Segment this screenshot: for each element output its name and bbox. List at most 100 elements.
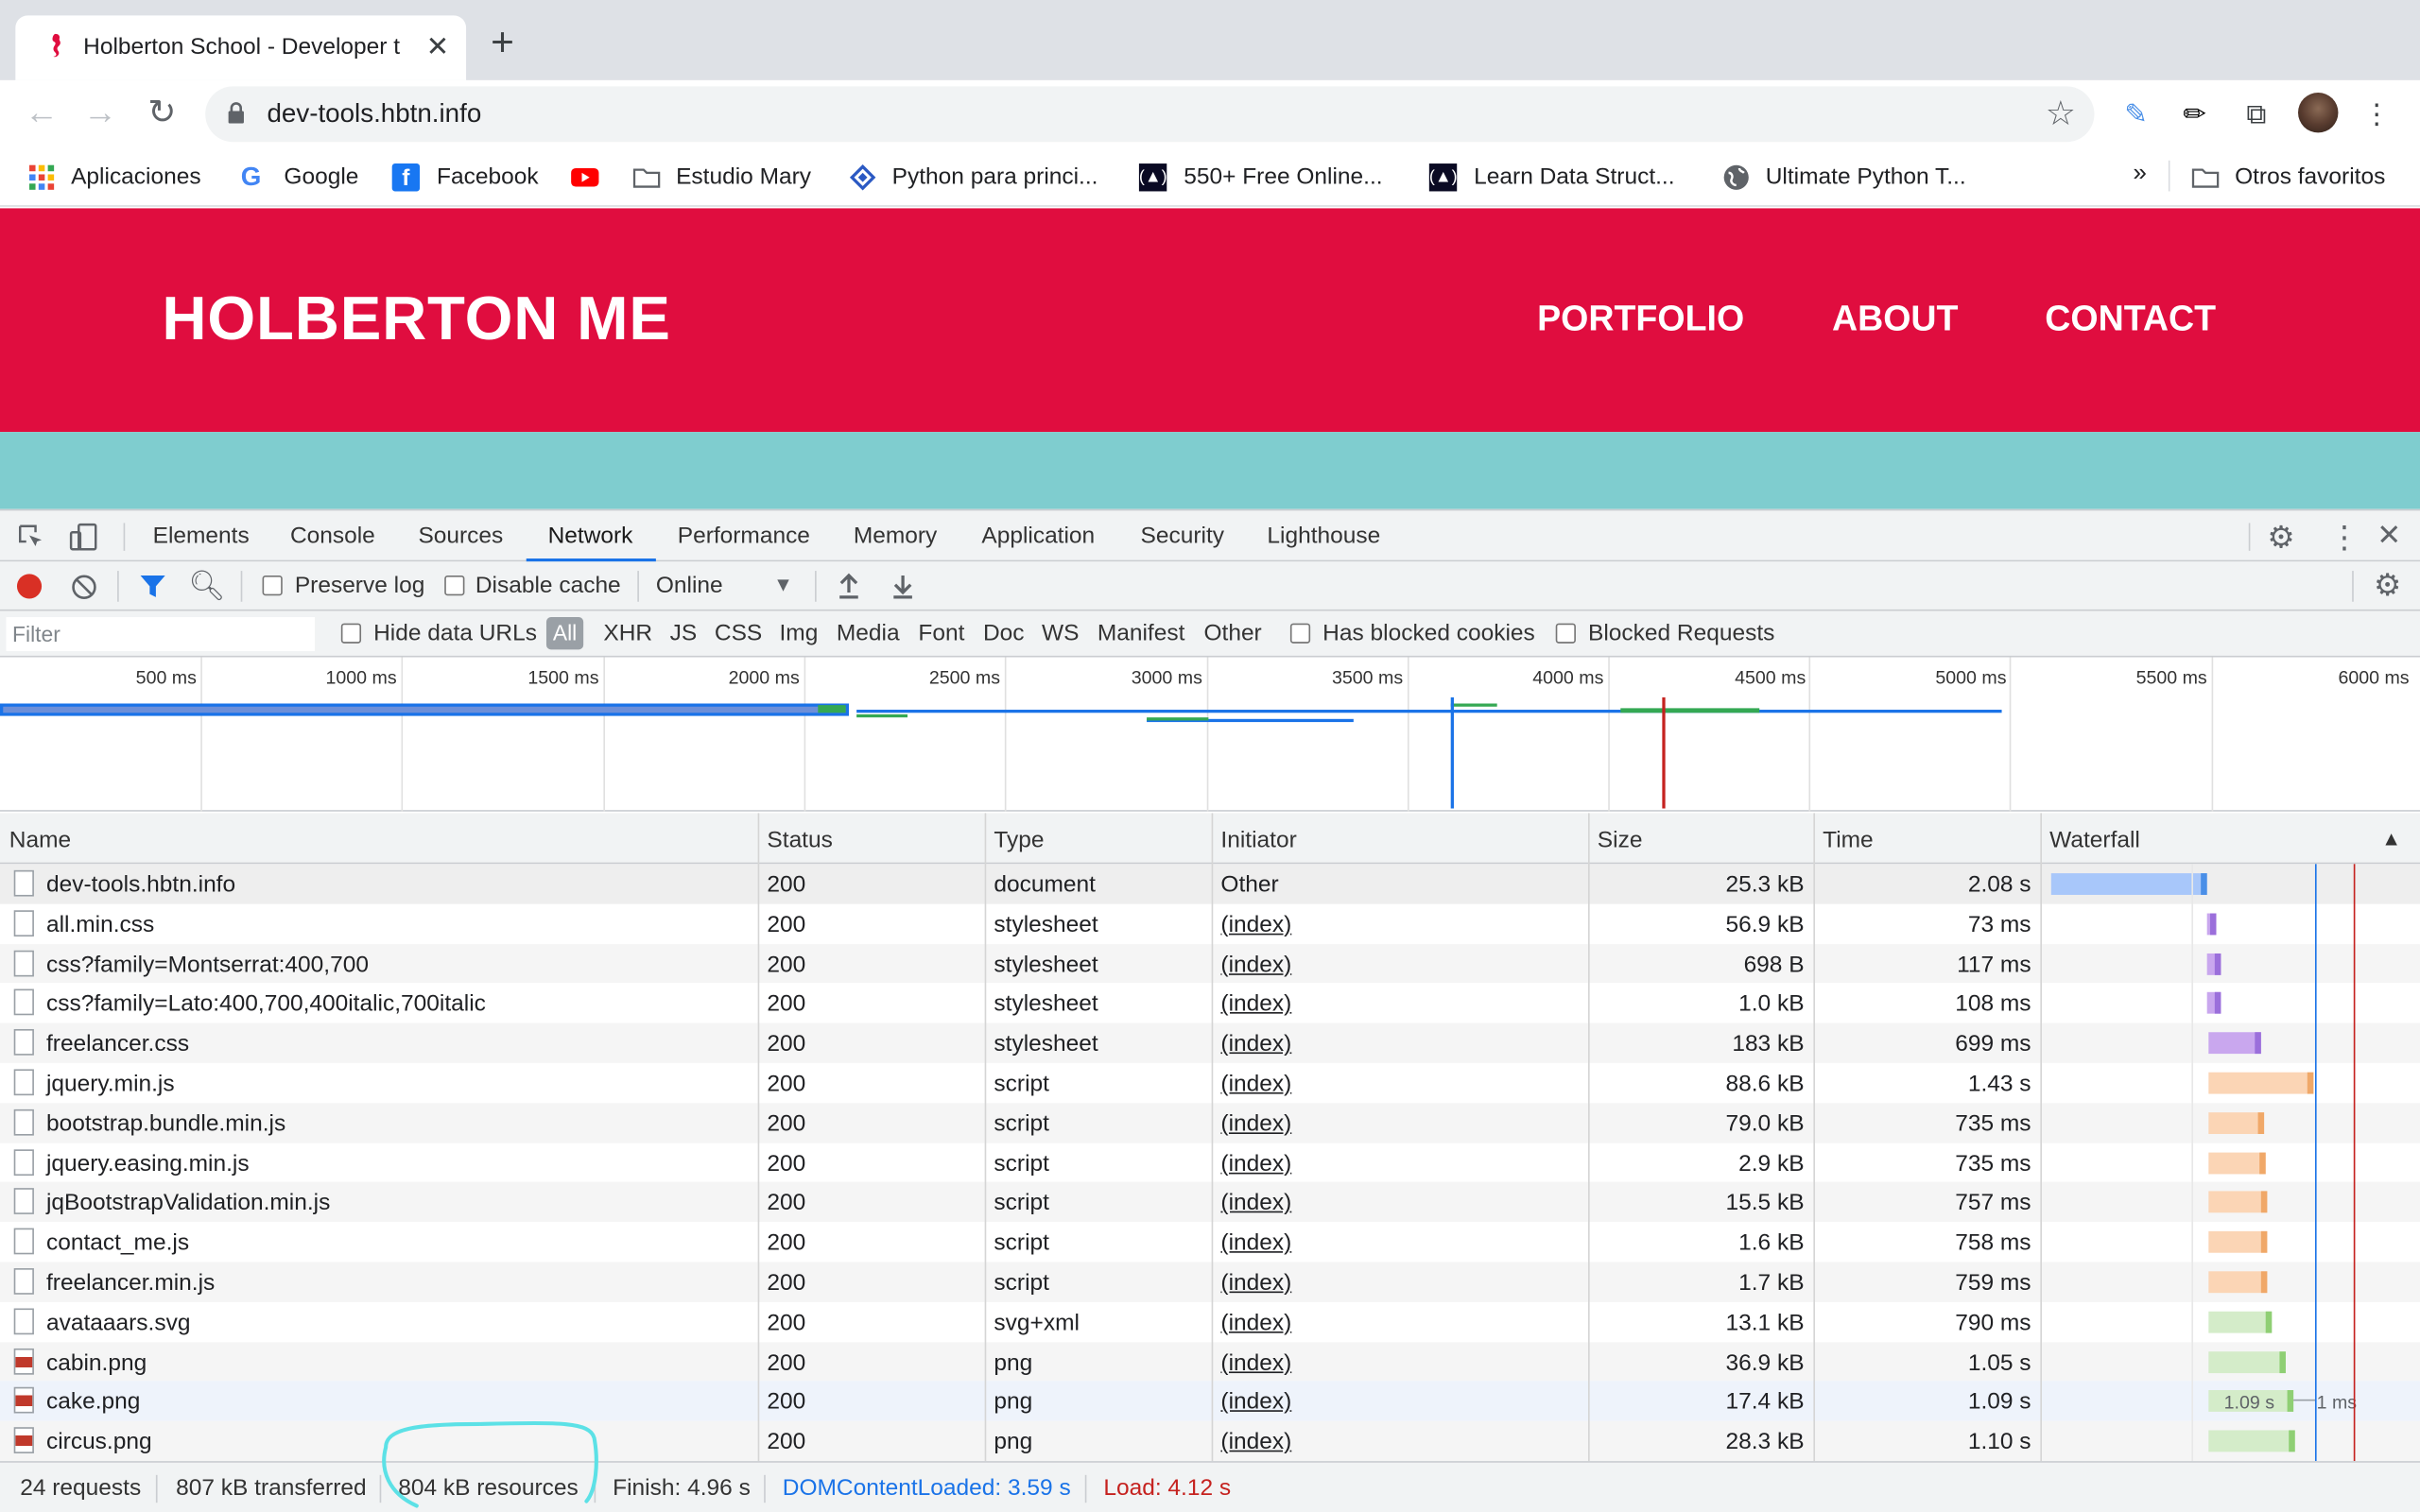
column-initiator[interactable]: Initiator	[1220, 827, 1296, 853]
request-name[interactable]: cabin.png	[46, 1349, 147, 1376]
reload-icon[interactable]: ↻	[139, 90, 185, 136]
table-row[interactable]: freelancer.css 200 stylesheet (index) 183 kB…	[0, 1022, 2420, 1063]
bookmark-star-icon[interactable]: ☆	[2046, 94, 2076, 134]
request-name[interactable]: jquery.min.js	[46, 1071, 175, 1097]
record-icon[interactable]	[16, 574, 43, 599]
extension-feather-icon[interactable]: ✎	[2118, 95, 2154, 132]
devtools-menu-icon[interactable]: ⋮	[2329, 519, 2360, 558]
request-name[interactable]: circus.png	[46, 1429, 152, 1455]
clear-icon[interactable]	[71, 574, 97, 600]
close-devtools-icon[interactable]: ✕	[2377, 519, 2401, 555]
disable-cache-checkbox[interactable]	[444, 575, 465, 596]
request-initiator[interactable]: (index)	[1220, 912, 1291, 938]
filter-type-all[interactable]: All	[545, 617, 584, 650]
bookmark-other-favorites[interactable]: Otros favoritos	[2235, 163, 2385, 190]
bookmark-data-structures[interactable]: Learn Data Struct...	[1474, 163, 1674, 190]
waterfall-bar[interactable]	[2208, 1271, 2268, 1294]
tab-network[interactable]: Network	[548, 523, 633, 549]
request-initiator[interactable]: (index)	[1220, 1230, 1291, 1257]
tab-elements[interactable]: Elements	[153, 523, 250, 549]
back-icon[interactable]: ←	[19, 90, 65, 136]
request-initiator[interactable]: (index)	[1220, 991, 1291, 1018]
tab-sources[interactable]: Sources	[418, 523, 503, 549]
filter-type-manifest[interactable]: Manifest	[1098, 620, 1185, 646]
request-name[interactable]: avataaars.svg	[46, 1310, 190, 1336]
site-brand[interactable]: HOLBERTON ME	[162, 285, 670, 354]
waterfall-bar[interactable]	[2208, 1032, 2261, 1055]
request-name[interactable]: jquery.easing.min.js	[46, 1150, 250, 1177]
bookmark-apps[interactable]: Aplicaciones	[71, 163, 200, 190]
search-icon[interactable]: 🔍︎	[188, 568, 225, 605]
filter-type-img[interactable]: Img	[779, 620, 818, 646]
request-name[interactable]: bootstrap.bundle.min.js	[46, 1110, 285, 1137]
extensions-puzzle-icon[interactable]: ⧉	[2238, 95, 2274, 132]
table-row[interactable]: css?family=Lato:400,700,400italic,700ita…	[0, 983, 2420, 1023]
request-initiator[interactable]: (index)	[1220, 1310, 1291, 1336]
filter-type-ws[interactable]: WS	[1042, 620, 1079, 646]
request-name[interactable]: freelancer.min.js	[46, 1270, 215, 1297]
tab-console[interactable]: Console	[290, 523, 375, 549]
youtube-icon[interactable]	[571, 163, 599, 191]
chevron-down-icon[interactable]: ▼	[773, 573, 793, 595]
nav-contact[interactable]: CONTACT	[2045, 298, 2216, 339]
request-initiator[interactable]: (index)	[1220, 1150, 1291, 1177]
request-name[interactable]: css?family=Lato:400,700,400italic,700ita…	[46, 991, 486, 1018]
waterfall-bar[interactable]	[2208, 1192, 2268, 1213]
column-waterfall[interactable]: Waterfall	[2049, 827, 2140, 853]
request-name[interactable]: cake.png	[46, 1389, 140, 1416]
table-row[interactable]: cake.png 200 png (index) 17.4 kB 1.09 s 1.09 s…	[0, 1381, 2420, 1421]
blocked-requests-checkbox[interactable]	[1555, 623, 1576, 644]
table-row[interactable]: dev-tools.hbtn.info 200 document Other 25.3 …	[0, 864, 2420, 904]
bookmark-free-online[interactable]: 550+ Free Online...	[1184, 163, 1382, 190]
bookmark-google[interactable]: Google	[284, 163, 358, 190]
url-text[interactable]: dev-tools.hbtn.info	[267, 98, 481, 129]
request-name[interactable]: all.min.css	[46, 912, 154, 938]
nav-portfolio[interactable]: PORTFOLIO	[1537, 298, 1744, 339]
has-blocked-cookies-checkbox[interactable]	[1289, 623, 1311, 644]
waterfall-bar[interactable]	[2206, 992, 2221, 1015]
export-har-icon[interactable]	[890, 573, 915, 600]
table-row[interactable]: all.min.css 200 stylesheet (index) 56.9 kB 73…	[0, 903, 2420, 944]
tab-lighthouse[interactable]: Lighthouse	[1267, 523, 1380, 549]
filter-funnel-icon[interactable]	[139, 574, 166, 600]
column-status[interactable]: Status	[767, 827, 832, 853]
request-initiator[interactable]: (index)	[1220, 1110, 1291, 1137]
filter-type-css[interactable]: CSS	[715, 620, 762, 646]
bookmark-facebook[interactable]: Facebook	[437, 163, 539, 190]
filter-type-doc[interactable]: Doc	[983, 620, 1025, 646]
throttling-select[interactable]: Online	[656, 573, 723, 599]
preserve-log-checkbox[interactable]	[262, 575, 283, 596]
sort-ascending-icon[interactable]: ▲	[2381, 827, 2401, 850]
waterfall-bar[interactable]	[2208, 1111, 2265, 1134]
tab-security[interactable]: Security	[1141, 523, 1224, 549]
table-row[interactable]: avataaars.svg 200 svg+xml (index) 13.1 kB 790…	[0, 1301, 2420, 1342]
request-initiator[interactable]: (index)	[1220, 1031, 1291, 1057]
hide-data-urls-checkbox[interactable]	[340, 623, 362, 644]
filter-type-js[interactable]: JS	[670, 620, 698, 646]
forward-icon[interactable]: →	[78, 90, 124, 136]
request-initiator[interactable]: (index)	[1220, 1349, 1291, 1376]
waterfall-bar[interactable]	[2208, 1151, 2266, 1174]
tab-performance[interactable]: Performance	[678, 523, 810, 549]
filter-type-media[interactable]: Media	[837, 620, 900, 646]
filter-type-other[interactable]: Other	[1203, 620, 1261, 646]
import-har-icon[interactable]	[837, 573, 861, 600]
tab-application[interactable]: Application	[981, 523, 1095, 549]
bookmarks-overflow-icon[interactable]: »	[2133, 161, 2147, 188]
waterfall-bar[interactable]	[2050, 873, 2207, 895]
browser-tab[interactable]: Holberton School - Developer t ✕	[15, 15, 467, 80]
table-row[interactable]: circus.png 200 png (index) 28.3 kB 1.10 s	[0, 1420, 2420, 1462]
waterfall-bar[interactable]	[2208, 1350, 2286, 1373]
network-settings-gear-icon[interactable]: ⚙	[2374, 566, 2401, 605]
request-name[interactable]: freelancer.css	[46, 1031, 189, 1057]
table-row[interactable]: jquery.min.js 200 script (index) 88.6 kB 1.43…	[0, 1062, 2420, 1104]
menu-kebab-icon[interactable]: ⋮	[2359, 95, 2395, 132]
network-overview-timeline[interactable]: 500 ms 1000 ms 1500 ms 2000 ms 2500 ms 3…	[0, 657, 2420, 812]
inspect-element-icon[interactable]	[17, 523, 44, 550]
address-bar[interactable]: dev-tools.hbtn.info ☆	[205, 86, 2095, 143]
bookmark-python[interactable]: Python para princi...	[892, 163, 1098, 190]
table-row[interactable]: contact_me.js 200 script (index) 1.6 kB 758 m…	[0, 1222, 2420, 1263]
bookmark-estudio-mary[interactable]: Estudio Mary	[676, 163, 811, 190]
table-row[interactable]: jquery.easing.min.js 200 script (index) 2.9 …	[0, 1143, 2420, 1183]
waterfall-bar[interactable]	[2206, 913, 2217, 936]
